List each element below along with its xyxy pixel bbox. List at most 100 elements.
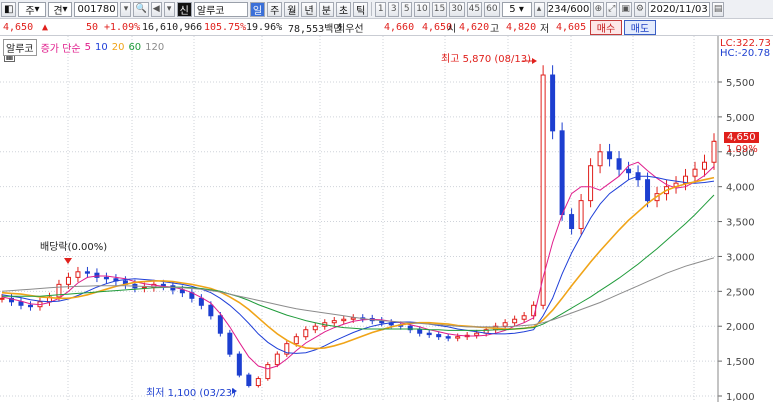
low-annotation: 최저 1,100 (03/23) — [146, 388, 237, 399]
candle-body — [0, 297, 5, 300]
candle-body — [236, 353, 242, 376]
turnover-rate: 19.96% — [246, 21, 283, 33]
up-arrow-icon: ▲ — [42, 21, 49, 33]
legend-ma10[interactable]: 10 — [95, 42, 108, 53]
candle-body — [569, 214, 575, 230]
dividend-marker — [64, 258, 72, 264]
y-tick-label: 4,000 — [726, 183, 755, 194]
candle-body — [559, 130, 565, 216]
candle-body — [65, 276, 71, 285]
calendar-icon[interactable]: ▤ — [711, 1, 725, 17]
y-tick-label: 2,000 — [726, 322, 755, 333]
ma20-line — [1, 176, 715, 350]
trade-amount: 78,553백만 — [288, 23, 343, 35]
period-second-tab[interactable]: 초 — [335, 1, 352, 17]
chevron-down-icon[interactable]: ▾ — [163, 1, 175, 17]
best-ask: 4,660 — [384, 21, 415, 33]
period-tick-tab[interactable]: 틱 — [353, 1, 369, 17]
minute-60-button[interactable]: 60 — [484, 1, 500, 17]
zoom-icon[interactable]: ⊕ — [592, 1, 605, 17]
minute-5-button[interactable]: 5 — [401, 1, 413, 17]
candle-body — [27, 304, 33, 308]
legend-stock-name[interactable]: 알루코 — [3, 39, 37, 56]
candle-body — [293, 336, 299, 345]
legend-ma5[interactable]: 5 — [85, 42, 91, 53]
minute-10-button[interactable]: 10 — [414, 1, 430, 17]
candle-body — [160, 283, 166, 287]
last-pct-tag: 1.09% — [726, 144, 758, 155]
stock-code-input[interactable]: 001780 — [74, 1, 119, 17]
market-select-label: 주 — [25, 5, 35, 17]
code-dropdown-icon[interactable]: ▾ — [120, 1, 132, 17]
ma60-line — [2, 194, 715, 331]
quote-bar: 4,650 ▲ 50 +1.09% 16,610,966 105.75% 19.… — [0, 19, 773, 36]
candle-body — [521, 315, 527, 320]
volume: 16,610,966 — [142, 21, 203, 33]
legend-ma20[interactable]: 20 — [112, 42, 125, 53]
candle-body — [341, 318, 347, 322]
save-icon[interactable]: ▣ — [619, 1, 632, 17]
candle-body — [312, 325, 318, 331]
period-year-tab[interactable]: 년 — [301, 1, 317, 17]
market-select[interactable]: 주 ▾ — [18, 1, 47, 17]
minute-15-button[interactable]: 15 — [431, 1, 448, 17]
legend-ma60[interactable]: 60 — [128, 42, 141, 53]
candle-body — [578, 200, 584, 230]
candle-body — [265, 364, 271, 380]
period-day-tab[interactable]: 일 — [249, 1, 266, 17]
y-tick-label: 3,000 — [726, 252, 755, 263]
open-price: 4,620 — [459, 21, 490, 33]
count-select[interactable]: 5 ▾ — [501, 1, 532, 17]
candle-body — [445, 336, 451, 339]
candle-body — [274, 353, 280, 366]
candle-body — [227, 332, 233, 355]
price-chart[interactable]: 1,0001,5002,0002,5003,0003,5004,0004,500… — [0, 36, 773, 402]
candle-body — [607, 151, 613, 160]
candle-body — [474, 332, 480, 336]
candle-body — [597, 151, 603, 167]
minute-3-button[interactable]: 3 — [388, 1, 400, 17]
gear-icon[interactable]: ⚙ — [633, 1, 646, 17]
high-price: 4,820 — [506, 21, 537, 33]
candle-body — [626, 168, 632, 174]
buy-button[interactable]: 매수 — [590, 20, 622, 35]
range-field[interactable]: 234/600 — [546, 1, 591, 17]
date-field[interactable]: 2020/11/03 — [647, 1, 710, 17]
last-price-tag: 4,650 — [724, 132, 759, 143]
candle-body — [246, 374, 252, 387]
dividend-annotation: 배당락(0.00%) — [40, 242, 108, 253]
sell-button[interactable]: 매도 — [624, 20, 656, 35]
candle-body — [94, 272, 100, 278]
window-menu-icon[interactable]: ◧ — [1, 1, 17, 17]
change-percent: +1.09% — [104, 21, 141, 33]
ma10-line — [1, 175, 715, 354]
trend-icon[interactable]: ⤢ — [606, 1, 618, 17]
period-week-tab[interactable]: 주 — [267, 1, 283, 17]
volume-ratio: 105.75% — [204, 21, 247, 33]
candle-body — [198, 297, 204, 306]
legend-prefix: 증가 단순 — [40, 44, 81, 55]
credit-badge[interactable]: 신 — [176, 1, 192, 17]
period-month-tab[interactable]: 월 — [284, 1, 300, 17]
chevron-up-icon[interactable]: ▴ — [533, 1, 545, 17]
speaker-icon[interactable]: ◀ — [150, 1, 162, 17]
hc-label: HC:-20.78 — [720, 48, 771, 59]
search-icon[interactable]: 🔍 — [133, 1, 149, 17]
minute-30-button[interactable]: 30 — [449, 1, 465, 17]
legend-ma120[interactable]: 120 — [145, 42, 164, 53]
low-price: 4,605 — [556, 21, 587, 33]
candle-body — [426, 332, 432, 336]
candle-body — [692, 168, 698, 177]
type-select[interactable]: 견 ▾ — [48, 1, 73, 17]
low-label: 저 — [540, 23, 550, 35]
count-select-label: 5 — [509, 3, 516, 15]
candle-body — [455, 336, 461, 339]
period-minute-tab[interactable]: 분 — [318, 1, 334, 17]
candle-body — [502, 322, 508, 327]
minute-1-button[interactable]: 1 — [375, 1, 387, 17]
candle-body — [417, 329, 423, 334]
y-tick-label: 1,000 — [726, 392, 755, 402]
candle-body — [436, 334, 442, 338]
candle-body — [616, 158, 622, 170]
minute-45-button[interactable]: 45 — [466, 1, 483, 17]
